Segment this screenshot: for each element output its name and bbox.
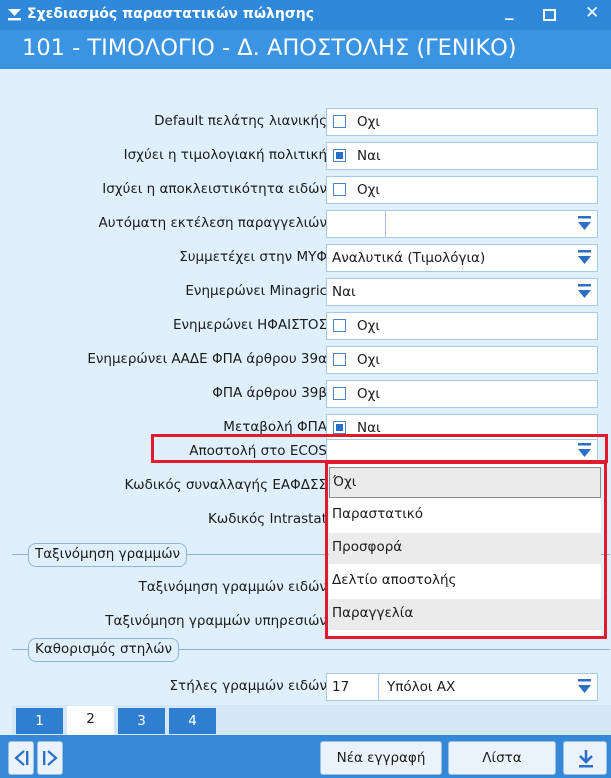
checkbox[interactable] [333, 319, 346, 332]
select-myf[interactable]: Αναλυτικά (Τιμολόγια) [326, 244, 598, 272]
label-pricing-policy: Ισχύει η τιμολογιακή πολιτική [123, 147, 327, 163]
checkbox[interactable] [333, 353, 346, 366]
window-title: Σχεδιασμός παραστατικών πώλησης [27, 6, 315, 22]
label-vat-change: Μεταβολή ΦΠΑ [223, 419, 327, 435]
document-header: 101 - ΤΙΜΟΛΟΓΙΟ - Δ. ΑΠΟΣΤΟΛΗΣ (ΓΕΝΙΚΟ) [0, 30, 611, 69]
select-value: 17 [332, 679, 350, 695]
label-eafdss: Κωδικός συναλλαγής ΕΑΦΔΣΣ [124, 477, 327, 493]
list-button[interactable]: Λίστα [448, 741, 556, 775]
tab-2[interactable]: 2 [67, 706, 114, 735]
label-auto-orders: Αυτόματη εκτέλεση παραγγελιών [98, 215, 327, 231]
close-icon[interactable]: ✕ [585, 3, 599, 23]
select-value: Αναλυτικά (Τιμολόγια) [332, 250, 486, 266]
select-value: Ναι [332, 284, 356, 300]
checkbox-text: Οχι [357, 352, 380, 368]
checkbox-text: Ναι [357, 148, 381, 164]
label-aade-39a: Ενημερώνει ΑΑΔΕ ΦΠΑ άρθρου 39α [87, 351, 327, 367]
tab-1[interactable]: 1 [16, 708, 63, 734]
label-minagric: Ενημερώνει Minagric [185, 283, 327, 299]
section-columns: Καθορισμός στηλών [28, 638, 180, 662]
dropdown-arrow-icon[interactable] [576, 677, 593, 697]
label-vat-39b: ΦΠΑ άρθρου 39β [212, 385, 327, 401]
checkbox[interactable] [333, 183, 346, 196]
dropdown-arrow-icon[interactable] [576, 248, 593, 268]
field-auto-orders[interactable] [326, 210, 598, 238]
dropdown-arrow-icon[interactable] [576, 282, 593, 302]
dropdown-arrow-icon[interactable] [576, 214, 593, 234]
select-minagric[interactable]: Ναι [326, 278, 598, 306]
divider [385, 211, 386, 237]
step-back-icon [14, 750, 29, 766]
checkbox-text: Οχι [357, 318, 380, 334]
prev-record-button[interactable] [8, 741, 34, 775]
checkbox[interactable] [333, 387, 346, 400]
window-titlebar: Σχεδιασμός παραστατικών πώλησης _ ✕ [0, 0, 611, 30]
label-item-lines-sort: Ταξινόμηση γραμμών ειδών [138, 579, 327, 595]
field-vat-39b[interactable]: Οχι [326, 380, 598, 408]
label-myf: Συμμετέχει στην ΜΥΦ [179, 249, 327, 265]
next-record-button[interactable] [37, 741, 63, 775]
select-item-columns[interactable]: 17 Υπόλοι ΑΧ [326, 673, 598, 701]
label-exclusivity: Ισχύει η αποκλειστικότητα ειδών [102, 181, 327, 197]
download-button[interactable] [563, 741, 607, 775]
divider [378, 674, 379, 700]
menu-chevron-icon[interactable] [7, 8, 22, 22]
tab-4[interactable]: 4 [169, 708, 216, 734]
label-default-retail: Default πελάτης λιανικής [154, 113, 327, 129]
field-exclusivity[interactable]: Οχι [326, 176, 598, 204]
minimize-icon[interactable]: _ [505, 1, 514, 21]
select-value-2: Υπόλοι ΑΧ [387, 679, 456, 695]
tab-3[interactable]: 3 [118, 708, 165, 734]
checkbox-text: Οχι [357, 182, 380, 198]
document-title: 101 - ΤΙΜΟΛΟΓΙΟ - Δ. ΑΠΟΣΤΟΛΗΣ (ΓΕΝΙΚΟ) [22, 35, 517, 61]
label-item-columns: Στήλες γραμμών ειδών [169, 678, 327, 694]
label-service-lines-sort: Ταξινόμηση γραμμών υπηρεσιών [105, 613, 327, 629]
section-line-sort: Ταξινόμηση γραμμών [28, 543, 188, 567]
checkbox[interactable] [333, 421, 346, 434]
maximize-icon[interactable] [543, 9, 556, 21]
field-default-retail[interactable]: Οχι [326, 108, 598, 136]
download-arrow-icon [579, 750, 593, 768]
checkbox[interactable] [333, 149, 346, 162]
field-aade-39a[interactable]: Οχι [326, 346, 598, 374]
field-hfaistos[interactable]: Οχι [326, 312, 598, 340]
checkbox-text: Οχι [357, 386, 380, 402]
label-intrastat: Κωδικός Intrastat [208, 511, 327, 527]
checkbox-text: Οχι [357, 114, 380, 130]
field-pricing-policy[interactable]: Ναι [326, 142, 598, 170]
checkbox[interactable] [333, 115, 346, 128]
label-hfaistos: Ενημερώνει ΗΦΑΙΣΤΟΣ [172, 317, 327, 333]
new-record-button[interactable]: Νέα εγγραφή [320, 741, 442, 775]
highlight-dropdown [325, 461, 607, 639]
highlight-ecos-row [151, 434, 608, 463]
step-forward-icon [43, 750, 58, 766]
